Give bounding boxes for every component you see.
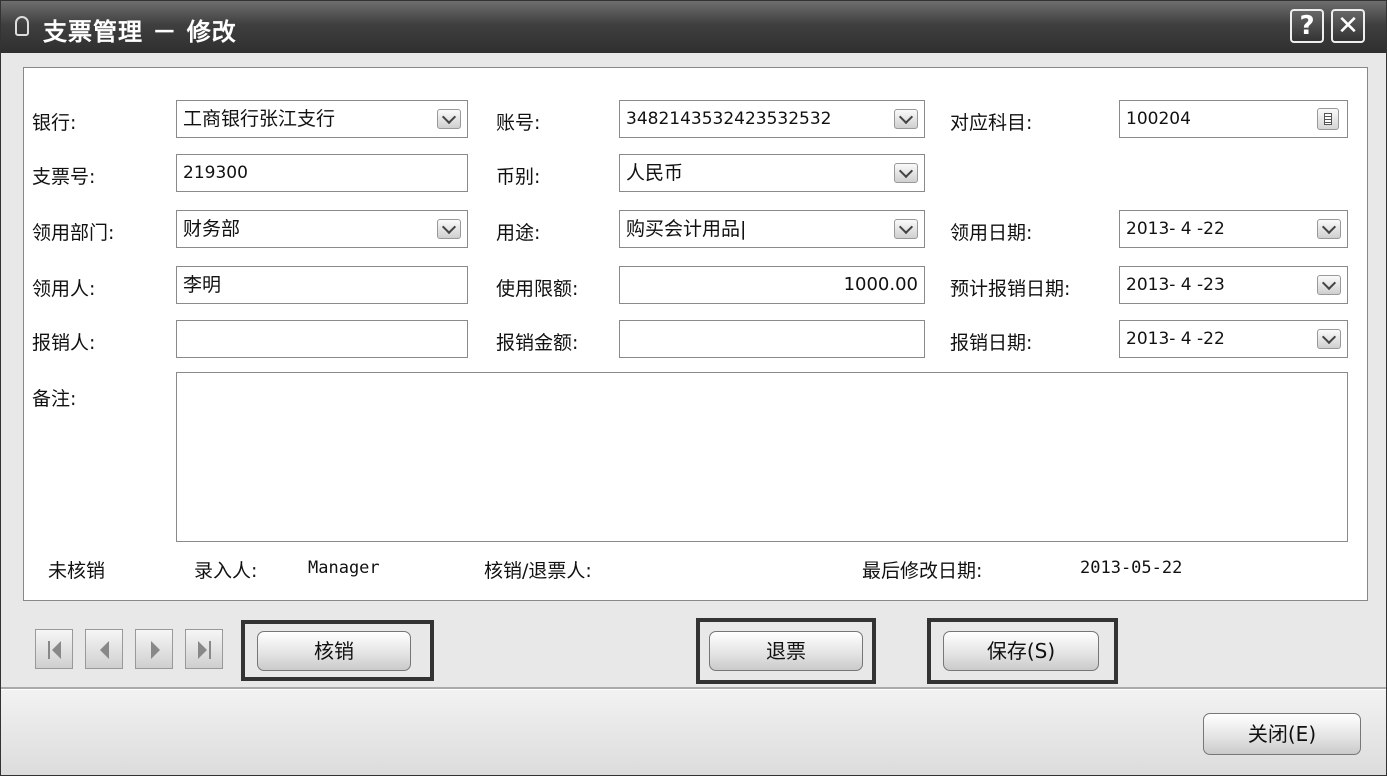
- purpose-value: 购买会计用品|: [626, 218, 747, 240]
- department-label: 领用部门:: [32, 222, 115, 244]
- chevron-down-icon[interactable]: [1317, 329, 1341, 349]
- cheque-edit-window: 支票管理 － 修改 ? ✕ 银行: 工商银行张江支行 账号: 348214353…: [0, 0, 1387, 776]
- lookup-list-icon[interactable]: [1317, 108, 1339, 130]
- chevron-down-icon[interactable]: [437, 109, 461, 129]
- close-button[interactable]: 关闭(E): [1203, 713, 1361, 755]
- reimburse-date-picker[interactable]: 2013- 4 -22: [1119, 320, 1348, 358]
- currency-select[interactable]: 人民币: [619, 154, 925, 192]
- chevron-down-icon[interactable]: [1317, 275, 1341, 295]
- form-panel: 银行: 工商银行张江支行 账号: 3482143532423532532 对应科…: [23, 67, 1368, 601]
- limit-field[interactable]: 1000.00: [619, 266, 925, 304]
- reimburse-date-label: 报销日期:: [950, 332, 1033, 354]
- account-label: 账号:: [496, 112, 541, 134]
- title-bar[interactable]: 支票管理 － 修改 ? ✕: [1, 1, 1386, 53]
- first-record-icon: [36, 630, 72, 668]
- receive-date-value: 2013- 4 -22: [1126, 219, 1225, 239]
- department-select[interactable]: 财务部: [176, 210, 468, 248]
- close-window-button[interactable]: ✕: [1331, 9, 1365, 43]
- bank-value: 工商银行张江支行: [183, 108, 336, 130]
- chevron-down-icon[interactable]: [894, 163, 918, 183]
- cheque-no-field[interactable]: 219300: [176, 154, 468, 192]
- purpose-select[interactable]: 购买会计用品|: [619, 210, 925, 248]
- subject-value: 100204: [1126, 109, 1191, 129]
- currency-label: 币别:: [496, 166, 541, 188]
- receive-date-picker[interactable]: 2013- 4 -22: [1119, 210, 1348, 248]
- bank-label: 银行:: [32, 112, 77, 134]
- chevron-down-icon[interactable]: [1317, 219, 1341, 239]
- bottom-bar: [1, 690, 1386, 775]
- verifier-label: 核销/退票人:: [484, 560, 592, 582]
- next-record-button[interactable]: [135, 629, 173, 669]
- chevron-down-icon[interactable]: [894, 219, 918, 239]
- window-title: 支票管理 － 修改: [43, 18, 237, 46]
- purpose-label: 用途:: [496, 222, 541, 244]
- limit-value: 1000.00: [843, 274, 918, 295]
- prev-record-icon: [86, 630, 122, 668]
- reimburse-date-value: 2013- 4 -22: [1126, 329, 1225, 349]
- reimburser-field[interactable]: [176, 320, 468, 358]
- subject-field[interactable]: 100204: [1119, 100, 1348, 138]
- receive-date-label: 领用日期:: [950, 222, 1033, 244]
- reimburse-amount-label: 报销金额:: [496, 332, 579, 354]
- currency-value: 人民币: [626, 162, 684, 184]
- verify-button[interactable]: 核销: [257, 631, 411, 671]
- last-record-button[interactable]: [185, 629, 223, 669]
- next-record-icon: [136, 630, 172, 668]
- last-modified-value: 2013-05-22: [1080, 558, 1183, 578]
- verification-status: 未核销: [48, 560, 106, 582]
- subject-label: 对应科目:: [950, 112, 1033, 134]
- chevron-down-icon[interactable]: [437, 219, 461, 239]
- receiver-field[interactable]: 李明: [176, 266, 468, 304]
- expected-date-label: 预计报销日期:: [950, 278, 1071, 300]
- cheque-no-label: 支票号:: [32, 166, 96, 188]
- receiver-label: 领用人:: [32, 278, 96, 300]
- account-value: 3482143532423532532: [626, 109, 832, 129]
- reimburse-amount-field[interactable]: [619, 320, 925, 358]
- refund-button[interactable]: 退票: [709, 631, 863, 671]
- entered-by-value: Manager: [308, 558, 380, 578]
- entered-by-label: 录入人:: [194, 560, 258, 582]
- reimburser-label: 报销人:: [32, 332, 96, 354]
- account-select[interactable]: 3482143532423532532: [619, 100, 925, 138]
- chevron-down-icon[interactable]: [894, 109, 918, 129]
- expected-date-value: 2013- 4 -23: [1126, 275, 1225, 295]
- department-value: 财务部: [183, 218, 241, 240]
- expected-date-picker[interactable]: 2013- 4 -23: [1119, 266, 1348, 304]
- save-button[interactable]: 保存(S): [943, 631, 1099, 671]
- bank-select[interactable]: 工商银行张江支行: [176, 100, 468, 138]
- receiver-value: 李明: [183, 274, 222, 296]
- limit-label: 使用限额:: [496, 278, 579, 300]
- app-icon: [15, 16, 29, 36]
- memo-textarea[interactable]: [176, 372, 1348, 542]
- prev-record-button[interactable]: [85, 629, 123, 669]
- cheque-no-value: 219300: [183, 163, 248, 183]
- first-record-button[interactable]: [35, 629, 73, 669]
- memo-label: 备注:: [32, 388, 77, 410]
- last-modified-label: 最后修改日期:: [862, 560, 983, 582]
- last-record-icon: [186, 630, 222, 668]
- help-button[interactable]: ?: [1290, 9, 1324, 43]
